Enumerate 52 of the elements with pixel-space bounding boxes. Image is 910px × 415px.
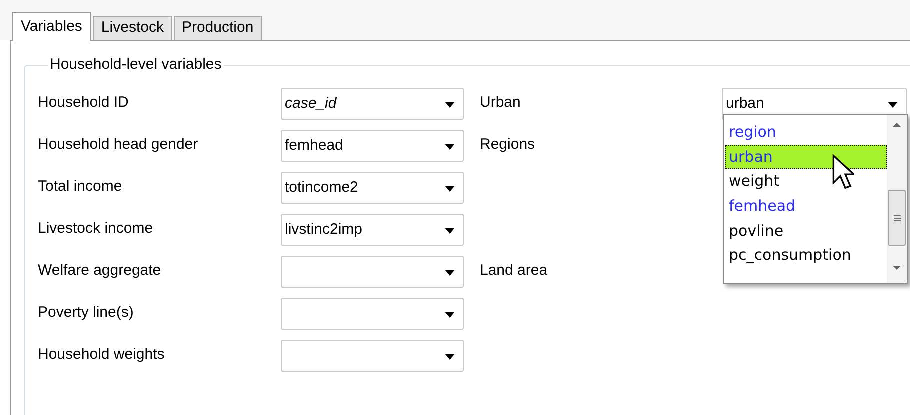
group-title: Household-level variables	[49, 55, 223, 75]
field-label: Livestock income	[38, 219, 154, 240]
dropdown-arrow-icon	[445, 270, 455, 276]
field-value: urban	[726, 94, 764, 114]
scrollbar[interactable]	[887, 115, 907, 283]
list-item[interactable]: region	[725, 120, 887, 145]
dropdown-arrow-icon	[445, 354, 455, 360]
scroll-up-icon	[893, 123, 901, 127]
dropdown-arrow-icon	[445, 102, 455, 108]
mouse-pointer-icon	[832, 154, 854, 190]
field-value: femhead	[285, 136, 344, 156]
field-label: Urban	[480, 93, 521, 114]
dropdown-arrow-icon	[445, 186, 455, 192]
field-label: Regions	[480, 135, 536, 156]
dropdown-field[interactable]	[281, 256, 464, 288]
grip-icon	[894, 214, 900, 222]
dropdown-field[interactable]	[281, 298, 464, 330]
dropdown-field[interactable]: livstinc2imp	[281, 214, 464, 246]
tab[interactable]: Livestock	[93, 16, 172, 40]
field-label: Household weights	[38, 345, 165, 366]
item-text: urban	[729, 148, 773, 166]
dropdown-arrow-icon	[445, 312, 455, 318]
dropdown-arrow-icon	[888, 102, 898, 108]
list-item[interactable]: pc_consumption	[725, 243, 887, 268]
scrollbar-thumb[interactable]	[888, 190, 906, 246]
field-value: totincome2	[285, 178, 358, 198]
list-item[interactable]: weight	[725, 169, 887, 194]
item-text: pc_consumption	[729, 246, 852, 264]
item-text: weight	[729, 172, 780, 190]
dropdown-field[interactable]: totincome2	[281, 172, 464, 204]
item-text: region	[729, 123, 776, 141]
field-label: Welfare aggregate	[38, 261, 162, 282]
list-item[interactable]: urban	[725, 144, 887, 170]
dropdown-arrow-icon	[445, 228, 455, 234]
field-label: Household ID	[38, 93, 129, 114]
field-value: livstinc2imp	[285, 220, 363, 240]
dropdown-arrow-icon	[445, 144, 455, 150]
item-text: povline	[729, 222, 784, 240]
field-label: Household head gender	[38, 135, 198, 156]
field-value: case_id	[285, 94, 337, 114]
scroll-down-icon	[893, 266, 901, 270]
list-item[interactable]: femhead	[725, 194, 887, 219]
tab[interactable]: Production	[174, 16, 262, 40]
tab[interactable]: Variables	[12, 12, 92, 41]
field-label: Total income	[38, 177, 122, 198]
field-label: Poverty line(s)	[38, 303, 134, 324]
dropdown-field[interactable]: case_id	[281, 88, 464, 120]
list-item[interactable]: povline	[725, 218, 887, 244]
dropdown-field[interactable]	[281, 340, 464, 372]
item-text: femhead	[729, 197, 796, 216]
dropdown-field[interactable]: femhead	[281, 130, 464, 162]
field-label: Land area	[480, 261, 548, 282]
